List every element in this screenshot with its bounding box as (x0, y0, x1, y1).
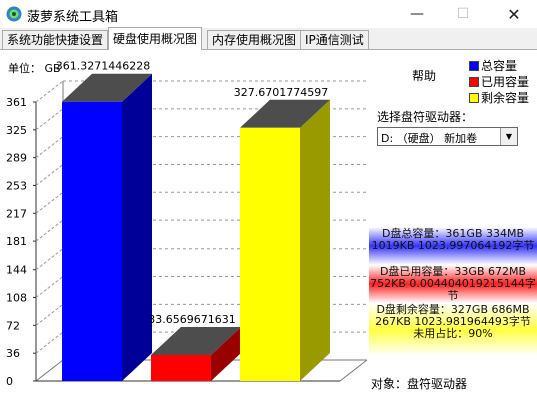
tab-disk-usage[interactable]: 硬盘使用概况图 (108, 27, 203, 50)
help-link[interactable]: 帮助 (412, 67, 436, 84)
tab-memory-usage[interactable]: 内存使用概况图 (207, 30, 302, 49)
grid-diagonal (35, 303, 64, 326)
grid-diagonal (35, 248, 64, 271)
y-tick-label: 108 (6, 292, 27, 305)
app-icon (6, 6, 22, 22)
window-title: 菠萝系统工具箱 (27, 10, 119, 25)
grid-diagonal (35, 191, 64, 214)
legend-swatch-used (469, 76, 479, 87)
grid-diagonal (35, 276, 64, 298)
legend-swatch-total (469, 60, 479, 71)
grid-diagonal (35, 164, 64, 186)
y-tick-label: 217 (6, 207, 27, 220)
info-total-line2: 1019KB 1023.997064192字节 (371, 239, 535, 252)
y-tick-label: 144 (6, 264, 27, 277)
bar-side (300, 99, 330, 381)
legend-label-total: 总容量 (481, 59, 518, 73)
bar (151, 354, 211, 381)
info-free-capacity: D盘剩余容量：327GB 686MB 267KB 1023.981964493字… (369, 303, 537, 356)
y-tick-label: 325 (6, 124, 27, 137)
floor-right-edge (339, 359, 368, 382)
grid-diagonal (35, 80, 64, 103)
legend-label-free: 剩余容量 (481, 91, 530, 105)
object-label: 对象：盘符驱动器 (371, 377, 468, 391)
legend-item-free: 剩余容量 (469, 89, 529, 106)
bar (240, 127, 300, 381)
legend-label-used: 已用容量 (481, 75, 530, 89)
bar-value-label: 327.6701774597 (234, 86, 328, 99)
bar-side (122, 73, 152, 381)
tab-system-shortcuts[interactable]: 系统功能快捷设置 (2, 30, 109, 49)
legend-item-total: 总容量 (469, 57, 517, 74)
grid-diagonal (35, 331, 64, 354)
minimize-button[interactable]: — (394, 0, 440, 28)
info-total-capacity: D盘总容量：361GB 334MB 1019KB 1023.997064192字… (369, 227, 537, 265)
y-tick-label: 361 (6, 96, 27, 109)
tab-ip-test[interactable]: IP通信测试 (300, 30, 369, 49)
close-button[interactable]: ✕ (491, 0, 537, 28)
chevron-down-icon[interactable]: ▼ (500, 128, 517, 145)
info-used-capacity: D盘已用容量：33GB 672MB 752KB 0.00440401921514… (369, 265, 537, 303)
drive-select-value: D: （硬盘） 新加卷 (381, 132, 478, 145)
floor-left-edge (35, 359, 64, 382)
info-used-line2: 752KB 0.004404019215144字节 (370, 277, 536, 302)
y-tick-label: 72 (6, 319, 20, 332)
y-tick-label: 36 (6, 347, 20, 360)
legend-swatch-free (469, 92, 479, 103)
info-free-line3: 未用占比：90% (413, 327, 493, 340)
maximize-button[interactable]: ☐ (440, 0, 486, 28)
drive-select[interactable]: D: （硬盘） 新加卷 ▼ (377, 127, 518, 146)
y-tick-label: 253 (6, 179, 27, 192)
legend-item-used: 已用容量 (469, 73, 529, 90)
bar-value-label: 33.6569671631 (148, 313, 235, 326)
bar-value-label: 361.3271446228 (56, 60, 150, 73)
disk-usage-chart: 0 36 72 108 144 181 217 253 289 325 361 361.3271446… (6, 60, 368, 388)
y-tick-label: 0 (6, 375, 13, 388)
title-bar: 菠萝系统工具箱 — ☐ ✕ (0, 0, 537, 28)
grid-diagonal (35, 108, 64, 131)
grid-diagonal (35, 136, 64, 159)
bar (62, 101, 122, 381)
y-tick-label: 289 (6, 152, 27, 165)
drive-select-label: 选择盘符驱动器： (377, 110, 474, 124)
y-tick-label: 181 (6, 235, 27, 248)
grid-diagonal (35, 219, 64, 242)
